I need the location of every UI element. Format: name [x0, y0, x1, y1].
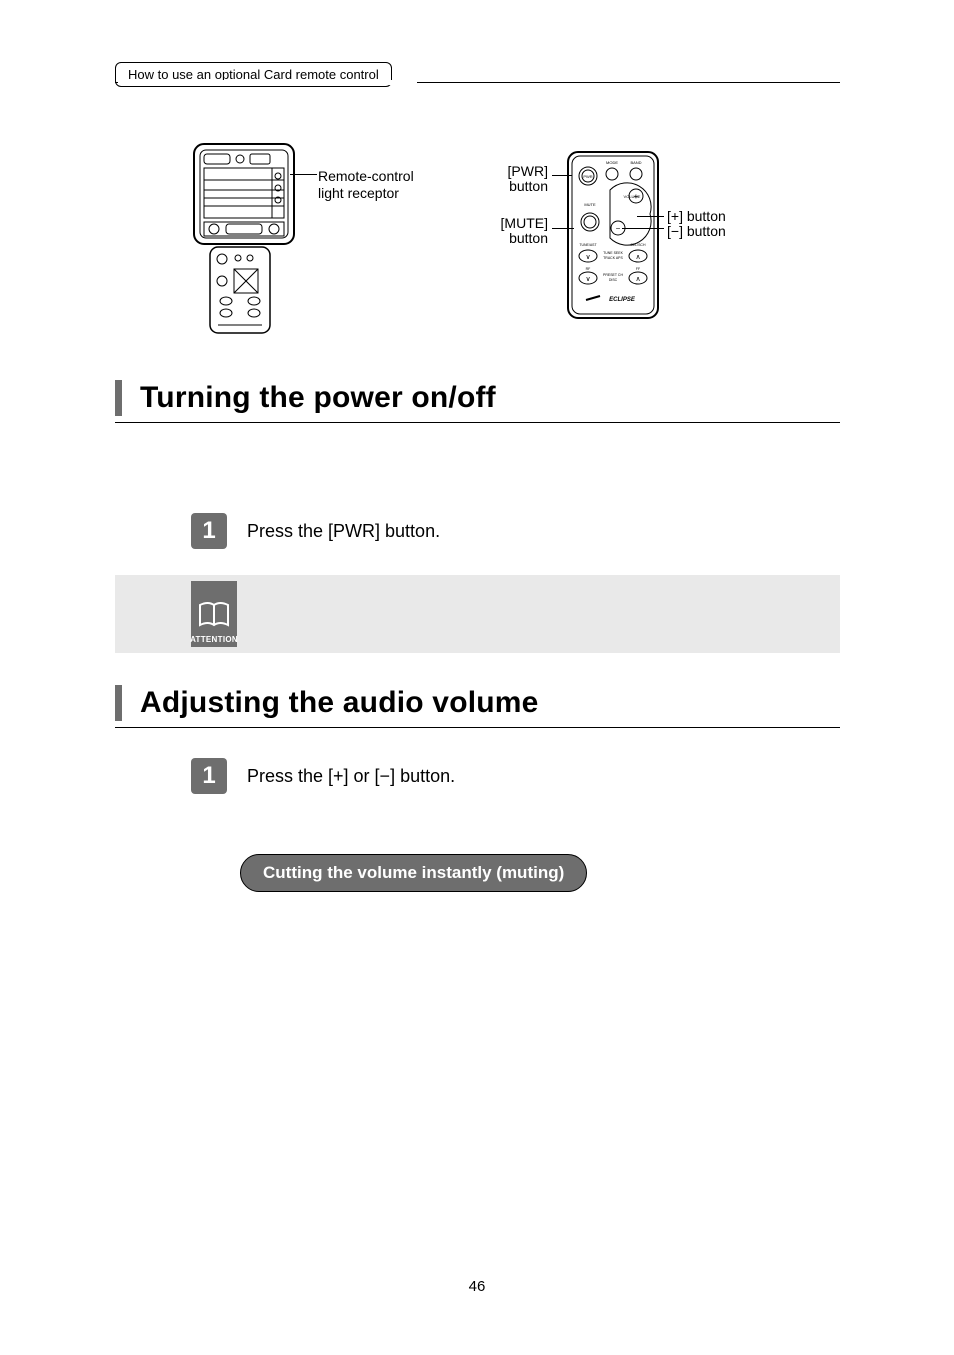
mute-l2: button	[478, 231, 548, 246]
svg-text:∧: ∧	[635, 254, 640, 261]
section-power: Turning the power on/off 1 Press the [PW…	[115, 380, 840, 549]
svg-text:+: +	[634, 192, 639, 201]
subsection-pill: Cutting the volume instantly (muting)	[240, 854, 587, 892]
book-icon	[198, 601, 230, 629]
row1-text: TUNE SEEK	[603, 251, 624, 255]
row3-text: PRESET CH	[603, 273, 623, 277]
page-number: 46	[0, 1278, 954, 1295]
remote-small-illustration	[208, 245, 272, 335]
receptor-label-line2: light receptor	[318, 185, 414, 202]
pwr-l1: [PWR]	[478, 164, 548, 179]
section-title: Turning the power on/off	[140, 381, 496, 415]
row3b-text: DISC	[609, 278, 618, 282]
mute-text: MUTE	[584, 202, 596, 207]
plus-l2: [−] button	[667, 224, 726, 239]
svg-text:∨: ∨	[585, 254, 590, 261]
step-number-badge: 1	[191, 758, 227, 794]
attention-box: ATTENTION	[115, 575, 840, 653]
callout-line	[622, 228, 664, 229]
remote-large-illustration: PWR MODE BAND MUTE VOLUME + − TUNE/AST S…	[566, 150, 660, 320]
step-row: 1 Press the [PWR] button.	[115, 513, 840, 549]
svg-text:∨: ∨	[585, 276, 590, 283]
receptor-label-line1: Remote-control	[318, 168, 414, 185]
section-bar-icon	[115, 380, 122, 416]
svg-text:−: −	[616, 224, 621, 233]
callout-line	[290, 174, 317, 175]
attention-icon: ATTENTION	[191, 581, 237, 647]
brand-text: ECLIPSE	[609, 297, 636, 303]
row2b-text: FF	[636, 267, 640, 271]
step-text: Press the [PWR] button.	[247, 513, 440, 549]
page: How to use an optional Card remote contr…	[0, 0, 954, 1355]
head-unit-illustration	[190, 140, 298, 248]
step-text: Press the [+] or [−] button.	[247, 758, 455, 794]
section-heading: Turning the power on/off	[115, 380, 840, 416]
seek-text: SEL/SCH	[631, 243, 646, 247]
mute-button-label: [MUTE] button	[478, 216, 548, 247]
callout-line	[637, 216, 664, 217]
row1b-text: TRACK APS	[603, 256, 623, 260]
pwr-l2: button	[478, 179, 548, 194]
step-number-badge: 1	[191, 513, 227, 549]
band-text: BAND	[630, 160, 641, 165]
row2-text: RF	[586, 267, 591, 271]
mode-text: MODE	[606, 160, 618, 165]
attention-label: ATTENTION	[190, 635, 238, 644]
pwr-text: PWR	[583, 174, 592, 179]
section-heading: Adjusting the audio volume	[115, 685, 840, 721]
plus-l1: [+] button	[667, 209, 726, 224]
tab-mask	[118, 80, 417, 85]
section-rule	[115, 727, 840, 728]
section-bar-icon	[115, 685, 122, 721]
pwr-button-label: [PWR] button	[478, 164, 548, 195]
mute-l1: [MUTE]	[478, 216, 548, 231]
tune-text: TUNE/AST	[579, 243, 597, 247]
step-row: 1 Press the [+] or [−] button.	[115, 758, 840, 794]
section-rule	[115, 422, 840, 423]
plusminus-label: [+] button [−] button	[667, 209, 726, 240]
receptor-label: Remote-control light receptor	[318, 168, 414, 202]
diagram-area: Remote-control light receptor [PWR] butt…	[190, 140, 840, 350]
section-volume: Adjusting the audio volume 1 Press the […	[115, 685, 840, 794]
section-title: Adjusting the audio volume	[140, 686, 539, 720]
svg-text:∧: ∧	[635, 276, 640, 283]
